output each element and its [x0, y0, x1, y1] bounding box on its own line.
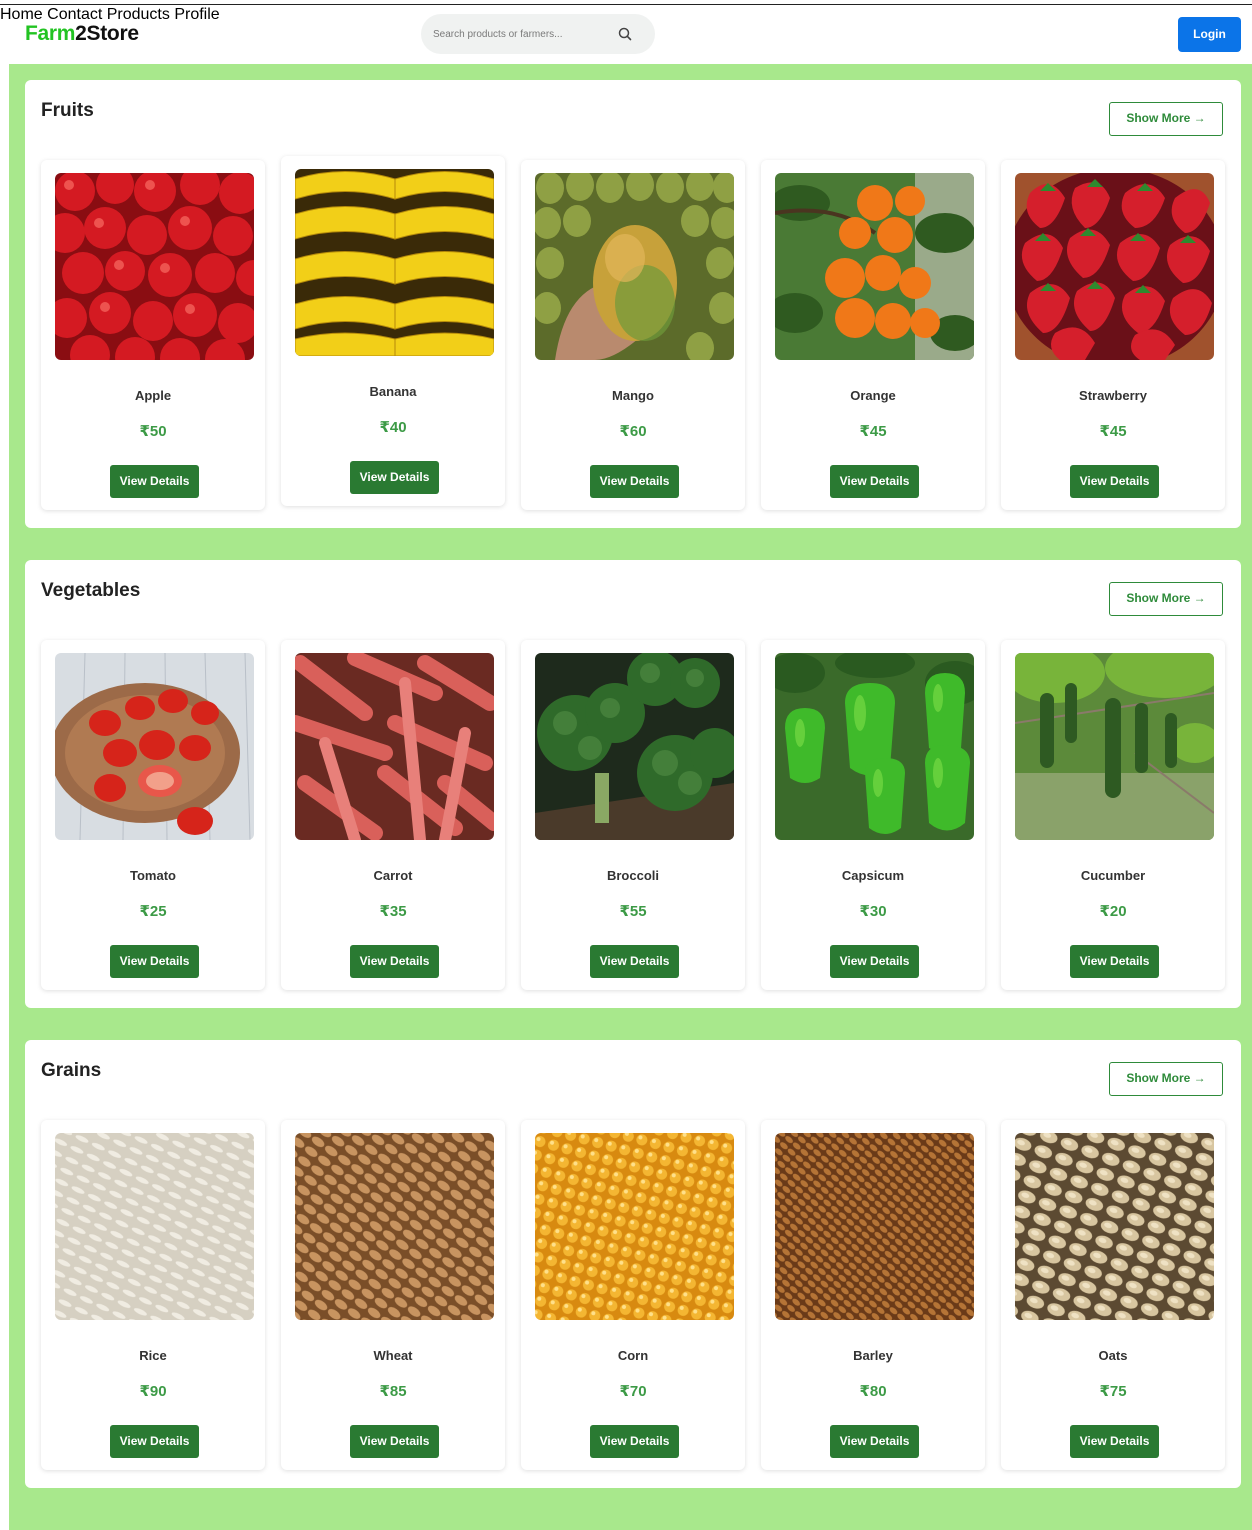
product-card: Tomato ₹25 View Details — [41, 640, 265, 990]
product-card: Mango ₹60 View Details — [521, 160, 745, 510]
product-name: Corn — [617, 1348, 649, 1363]
view-details-button[interactable]: View Details — [830, 945, 919, 978]
product-image-cucumber — [1015, 653, 1214, 840]
view-details-button[interactable]: View Details — [830, 1425, 919, 1458]
section-fruits: Fruits Show More → Apple ₹50 View Detail… — [25, 80, 1241, 528]
view-details-button[interactable]: View Details — [110, 465, 199, 498]
product-name: Broccoli — [606, 868, 659, 883]
section-title: Grains — [41, 1060, 102, 1081]
product-name: Oats — [1098, 1348, 1128, 1363]
product-image-strawberry — [1015, 173, 1214, 360]
product-card: Orange ₹45 View Details — [761, 160, 985, 510]
section-grains: Grains Show More → Rice ₹90 View Details — [25, 1040, 1241, 1488]
section-vegetables: Vegetables Show More → Tomato ₹25 View D… — [25, 560, 1241, 1008]
view-details-button[interactable]: View Details — [590, 465, 679, 498]
product-card: Wheat ₹85 View Details — [281, 1120, 505, 1470]
product-image-banana — [295, 169, 494, 356]
show-more-button[interactable]: Show More → — [1109, 102, 1223, 136]
view-details-button[interactable]: View Details — [830, 465, 919, 498]
product-name: Capsicum — [841, 868, 905, 883]
product-price: ₹25 — [139, 903, 167, 920]
view-details-button[interactable]: View Details — [590, 1425, 679, 1458]
view-details-button[interactable]: View Details — [110, 945, 199, 978]
product-card: Barley ₹80 View Details — [761, 1120, 985, 1470]
product-price: ₹50 — [139, 423, 167, 440]
product-price: ₹85 — [379, 1383, 407, 1400]
product-name: Strawberry — [1079, 388, 1147, 403]
view-details-button[interactable]: View Details — [110, 1425, 199, 1458]
product-name: Cucumber — [1080, 868, 1146, 883]
nav-profile-link[interactable]: Profile — [174, 6, 219, 23]
main-content: Fruits Show More → Apple ₹50 View Detail… — [9, 64, 1252, 1530]
product-image-capsicum — [775, 653, 974, 840]
product-image-apple — [55, 173, 254, 360]
search-input[interactable] — [433, 26, 603, 42]
nav-products-link[interactable]: Products — [107, 6, 170, 23]
brand-logo[interactable]: Farm2Store — [25, 22, 139, 46]
brand-part-1: Farm — [25, 22, 76, 45]
product-image-corn — [535, 1133, 734, 1320]
product-price: ₹75 — [1099, 1383, 1127, 1400]
search-bar — [421, 14, 655, 54]
product-image-orange — [775, 173, 974, 360]
view-details-button[interactable]: View Details — [350, 945, 439, 978]
product-card: Broccoli ₹55 View Details — [521, 640, 745, 990]
product-price: ₹90 — [139, 1383, 167, 1400]
top-border — [0, 4, 1252, 5]
brand-part-2: 2Store — [75, 22, 139, 45]
product-card: Carrot ₹35 View Details — [281, 640, 505, 990]
product-image-barley — [775, 1133, 974, 1320]
section-title: Fruits — [41, 100, 94, 121]
product-price: ₹45 — [859, 423, 887, 440]
show-more-button[interactable]: Show More → — [1109, 1062, 1223, 1096]
product-card: Corn ₹70 View Details — [521, 1120, 745, 1470]
product-image-tomato — [55, 653, 254, 840]
product-image-rice — [55, 1133, 254, 1320]
product-card: Apple ₹50 View Details — [41, 160, 265, 510]
product-name: Barley — [853, 1348, 893, 1363]
product-price: ₹30 — [859, 903, 887, 920]
product-name: Mango — [612, 388, 654, 403]
product-price: ₹40 — [379, 419, 407, 436]
product-card: Rice ₹90 View Details — [41, 1120, 265, 1470]
product-price: ₹35 — [379, 903, 407, 920]
view-details-button[interactable]: View Details — [1070, 1425, 1159, 1458]
product-card: Oats ₹75 View Details — [1001, 1120, 1225, 1470]
section-title: Vegetables — [41, 580, 141, 601]
product-name: Tomato — [130, 868, 176, 883]
view-details-button[interactable]: View Details — [350, 461, 439, 494]
nav-contact-link[interactable]: Contact — [47, 6, 102, 23]
product-name: Wheat — [373, 1348, 413, 1363]
product-price: ₹80 — [859, 1383, 887, 1400]
product-card: Capsicum ₹30 View Details — [761, 640, 985, 990]
show-more-button[interactable]: Show More → — [1109, 582, 1223, 616]
product-card: Strawberry ₹45 View Details — [1001, 160, 1225, 510]
product-image-broccoli — [535, 653, 734, 840]
view-details-button[interactable]: View Details — [1070, 465, 1159, 498]
login-button[interactable]: Login — [1178, 17, 1241, 52]
view-details-button[interactable]: View Details — [1070, 945, 1159, 978]
product-name: Carrot — [373, 868, 413, 883]
product-price: ₹70 — [619, 1383, 647, 1400]
navbar: Farm2Store Home Contact Products Profile… — [0, 6, 1252, 64]
product-price: ₹60 — [619, 423, 647, 440]
product-image-carrot — [295, 653, 494, 840]
product-price: ₹55 — [619, 903, 647, 920]
product-image-mango — [535, 173, 734, 360]
product-price: ₹20 — [1099, 903, 1127, 920]
product-image-oats — [1015, 1133, 1214, 1320]
product-card: Cucumber ₹20 View Details — [1001, 640, 1225, 990]
view-details-button[interactable]: View Details — [590, 945, 679, 978]
product-name: Orange — [850, 388, 896, 403]
product-name: Rice — [139, 1348, 167, 1363]
product-image-wheat — [295, 1133, 494, 1320]
search-icon[interactable] — [617, 26, 633, 42]
product-name: Apple — [134, 388, 172, 403]
view-details-button[interactable]: View Details — [350, 1425, 439, 1458]
nav-home-link[interactable]: Home — [0, 6, 43, 23]
product-price: ₹45 — [1099, 423, 1127, 440]
product-card: Banana ₹40 View Details — [281, 156, 505, 506]
product-name: Banana — [369, 384, 417, 399]
